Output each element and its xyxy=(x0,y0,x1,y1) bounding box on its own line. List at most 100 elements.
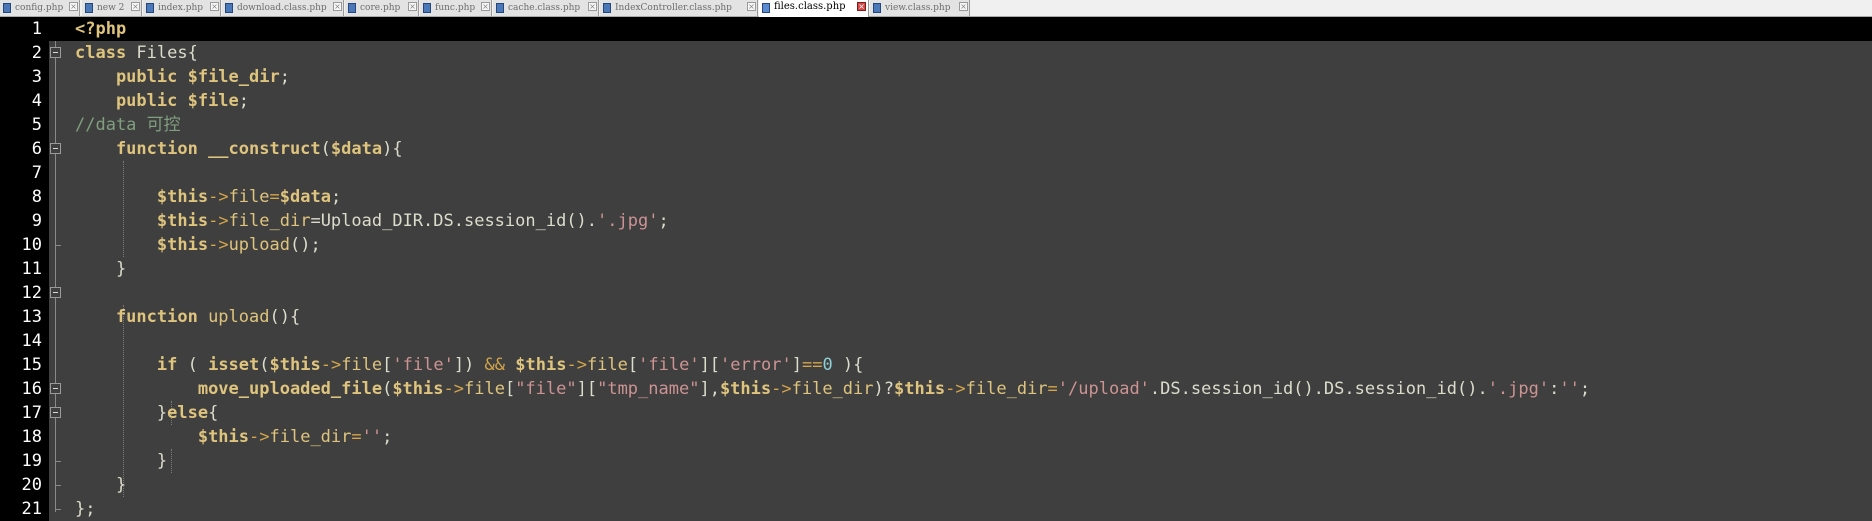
line-number: 4 xyxy=(31,91,42,111)
code-token: ]) xyxy=(453,355,485,375)
code-line: } xyxy=(75,449,167,473)
code-token: function xyxy=(75,307,209,327)
php-file-icon xyxy=(85,3,93,13)
line-number: 16 xyxy=(21,379,42,399)
tab-index-php[interactable]: index.php × xyxy=(143,0,221,16)
code-token: $this xyxy=(156,235,209,255)
close-icon[interactable]: × xyxy=(131,2,140,11)
code-token: ; xyxy=(238,91,250,111)
code-line: $this->file_dir=''; xyxy=(75,425,393,449)
code-token: <?php xyxy=(75,19,127,39)
code-token: file_dir xyxy=(791,379,874,399)
code-token: [ xyxy=(504,379,516,399)
tab-download-class-php[interactable]: download.class.php × xyxy=(222,0,344,16)
close-icon[interactable]: × xyxy=(333,2,342,11)
code-line: class Files{ xyxy=(75,41,198,65)
fold-toggle-icon[interactable] xyxy=(50,383,61,394)
code-token: -> xyxy=(771,379,792,399)
code-line: move_uploaded_file($this->file["file"]["… xyxy=(75,377,1590,401)
tab-label: files.class.php xyxy=(774,1,846,12)
line-number: 3 xyxy=(31,67,42,87)
tab-label: cache.class.php xyxy=(508,3,581,13)
close-icon[interactable]: × xyxy=(959,2,968,11)
line-number: 6 xyxy=(31,139,42,159)
code-token: }; xyxy=(75,499,96,519)
line-number: 7 xyxy=(31,163,42,183)
code-token: -> xyxy=(208,235,229,255)
code-token: '.jpg' xyxy=(597,211,659,231)
close-icon[interactable]: × xyxy=(69,2,78,11)
code-line: public $file_dir; xyxy=(75,65,290,89)
line-number: 1 xyxy=(31,19,42,39)
code-token: $this xyxy=(197,427,250,447)
code-token: 'error' xyxy=(720,355,792,375)
code-token: ][ xyxy=(699,355,721,375)
tab-view-class-php[interactable]: view.class.php × xyxy=(870,0,970,16)
php-file-icon xyxy=(496,3,504,13)
code-token: ], xyxy=(699,379,720,399)
tab-label: view.class.php xyxy=(885,3,951,13)
close-icon[interactable]: × xyxy=(857,2,866,11)
code-token: ] xyxy=(791,355,802,375)
code-token: ( xyxy=(187,355,209,375)
code-token: -> xyxy=(249,427,270,447)
line-number: 10 xyxy=(21,235,42,255)
code-token: $this xyxy=(156,187,209,207)
code-token: public xyxy=(75,67,188,87)
close-icon[interactable]: × xyxy=(210,2,219,11)
tab-indexcontroller-class-php[interactable]: IndexController.class.php × xyxy=(600,0,758,16)
tab-label: index.php xyxy=(158,3,204,13)
line-number: 17 xyxy=(21,403,42,423)
code-token: $this xyxy=(269,355,321,375)
indent-guide xyxy=(171,449,172,473)
code-token: } xyxy=(75,259,127,279)
tab-new-2[interactable]: new 2 × xyxy=(82,0,142,16)
close-icon[interactable]: × xyxy=(588,2,597,11)
code-token: file xyxy=(586,355,628,375)
fold-toggle-icon[interactable] xyxy=(50,143,61,154)
code-token: .DS.session_id().DS.session_id(). xyxy=(1149,379,1488,399)
code-editor[interactable]: 1 2 3 4 5 6 7 8 9 10 11 12 13 14 15 16 17 18 19 20 21 <?php cl… xyxy=(0,17,1872,521)
close-icon[interactable]: × xyxy=(481,2,490,11)
code-token: (){ xyxy=(269,307,301,327)
code-token: } xyxy=(75,475,127,495)
tab-core-php[interactable]: core.php × xyxy=(345,0,419,16)
code-token: upload xyxy=(228,235,290,255)
code-token: -> xyxy=(566,355,587,375)
fold-toggle-icon[interactable] xyxy=(50,407,61,418)
code-line: }else{ xyxy=(75,401,218,425)
tab-cache-class-php[interactable]: cache.class.php × xyxy=(493,0,599,16)
close-icon[interactable]: × xyxy=(408,2,417,11)
close-icon[interactable]: × xyxy=(747,2,756,11)
code-line: $this->upload(); xyxy=(75,233,321,257)
fold-toggle-icon[interactable] xyxy=(50,287,61,298)
code-token: = xyxy=(1047,379,1058,399)
code-token: && xyxy=(484,355,506,375)
code-token: $data xyxy=(279,187,331,207)
fold-toggle-icon[interactable] xyxy=(50,47,61,58)
code-token: [ xyxy=(382,355,393,375)
tab-files-class-php[interactable]: files.class.php × xyxy=(759,0,869,17)
code-token: __construct xyxy=(208,139,321,159)
code-token: 'file' xyxy=(392,355,454,375)
tab-func-php[interactable]: func.php × xyxy=(420,0,492,16)
code-line: function upload(){ xyxy=(75,305,300,329)
code-token: "tmp_name" xyxy=(597,379,700,399)
tab-config-php[interactable]: config.php × xyxy=(0,0,80,16)
php-file-icon xyxy=(225,3,233,13)
current-line-highlight xyxy=(49,17,1872,41)
line-number: 2 xyxy=(31,43,42,63)
php-file-icon xyxy=(603,3,611,13)
code-token: ; xyxy=(382,427,393,447)
code-token: -> xyxy=(945,379,966,399)
code-token: ; xyxy=(658,211,669,231)
code-token: public xyxy=(75,91,188,111)
code-line: <?php xyxy=(75,17,126,41)
fold-end-marker xyxy=(55,461,61,462)
code-token: -> xyxy=(443,379,464,399)
code-line: function __construct($data){ xyxy=(75,137,403,161)
code-token: file_dir xyxy=(269,427,352,447)
code-token: ){ xyxy=(382,139,403,159)
